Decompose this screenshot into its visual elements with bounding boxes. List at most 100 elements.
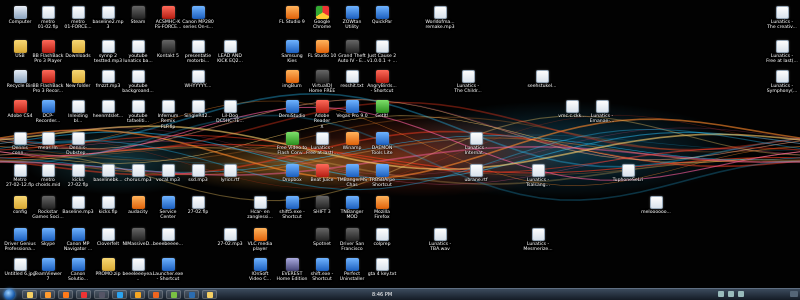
desktop-icon[interactable]: LEAD AND KICK EQ2...	[214, 40, 246, 70]
desktop-icon[interactable]: vocal.mp3	[152, 164, 184, 194]
desktop-icon[interactable]: meas.lln	[32, 132, 64, 162]
desktop-icon[interactable]: kicks.flp	[92, 196, 124, 226]
desktop-icon[interactable]: youtube tafaeliti...	[122, 100, 154, 130]
desktop-icon[interactable]: youtube backgroand...	[122, 70, 154, 100]
desktop-icon[interactable]: FL Studio 9	[276, 6, 308, 36]
desktop-icon[interactable]: Samsung Kies	[276, 40, 308, 70]
desktop-icon[interactable]: AngryBirds... - Shortcut	[366, 70, 398, 100]
desktop-icon[interactable]: Perfect Uninstaller	[336, 258, 368, 288]
desktop-icon[interactable]: DAEMON Tools Lite	[366, 132, 398, 162]
desktop-icon[interactable]: metro 01-FORCE...	[62, 6, 94, 36]
desktop-icon[interactable]: ssd.mp3	[182, 164, 214, 194]
desktop-icon[interactable]: shift5.exe - Shortcut	[276, 196, 308, 226]
desktop-icon[interactable]: Beat Juice	[306, 164, 338, 194]
taskbar-button-utorrent[interactable]	[166, 290, 181, 299]
network-icon[interactable]	[728, 291, 734, 297]
desktop-icon[interactable]: Service Center	[152, 196, 184, 226]
desktop-icon[interactable]: Winamp	[336, 132, 368, 162]
desktop-icon[interactable]: Adobe Reader X	[306, 100, 338, 130]
desktop-icon[interactable]: lyrics.rtf	[214, 164, 246, 194]
desktop-icon[interactable]: metro 01-02.flp	[32, 6, 64, 36]
desktop-icon[interactable]: Canon MP Navigator ...	[62, 228, 94, 258]
desktop-icon[interactable]: Lunatics - Symphony(...	[766, 70, 798, 100]
taskbar-button-firefox[interactable]	[148, 290, 163, 299]
taskbar-button-photoshop[interactable]	[184, 290, 199, 299]
desktop-icon[interactable]: SingleRd2...	[182, 100, 214, 130]
desktop-icon[interactable]: Mozilla Firefox	[366, 196, 398, 226]
desktop-icon[interactable]: TRBSBArpe Shortcut	[366, 164, 398, 194]
desktop-icon[interactable]: TMBangerMS Chas	[336, 164, 368, 194]
taskbar-button-skype[interactable]	[112, 290, 127, 299]
desktop-icon[interactable]: Google Chrome	[306, 6, 338, 36]
desktop-icon[interactable]: Lunatics - Free at last(...	[306, 132, 338, 162]
desktop-icon[interactable]: presentatie motorbi...	[182, 40, 214, 70]
start-button[interactable]	[4, 289, 15, 300]
desktop-icon[interactable]: Lunatics - Internat...	[460, 132, 492, 162]
desktop-icon[interactable]: youtube lunatics ba...	[122, 40, 154, 70]
desktop-icon[interactable]: Canon Solutio...	[62, 258, 94, 288]
desktop-icon[interactable]: resshit.txt	[336, 70, 368, 100]
desktop-icon[interactable]: fmzzt.mp3	[92, 70, 124, 100]
desktop-icon[interactable]: Canon MP280 series On-s...	[182, 6, 214, 36]
desktop-icon[interactable]: kicks 27-02.flp	[62, 164, 94, 194]
desktop-icon[interactable]: Free Video to Flash Conv...	[276, 132, 308, 162]
desktop[interactable]: Computer metro 01-02.flp metro 01-FORCE...…	[0, 0, 800, 288]
desktop-icon[interactable]: imgBurn	[276, 70, 308, 100]
desktop-icon[interactable]: baselinebk...	[92, 164, 124, 194]
desktop-icon[interactable]: audacity	[122, 196, 154, 226]
desktop-icon[interactable]: Lunatics - TBA.wav	[424, 228, 456, 258]
desktop-icon[interactable]: Hcar- en zanglessi...	[244, 196, 276, 226]
taskbar-button-winamp[interactable]	[130, 290, 145, 299]
desktop-icon[interactable]: TeamViewer 7	[32, 258, 64, 288]
desktop-icon[interactable]: Spotnet	[306, 228, 338, 258]
desktop-icon[interactable]: VLC media player	[244, 228, 276, 258]
desktop-icon[interactable]: BB FlashBack Pro 3 Player	[32, 40, 64, 70]
desktop-icon[interactable]: IOnSoft Video C...	[244, 258, 276, 288]
desktop-icon[interactable]: Dropbox	[276, 164, 308, 194]
desktop-icon[interactable]: VirtualDJ Home FREE	[306, 70, 338, 100]
desktop-icon[interactable]: heenmtslet...	[92, 100, 124, 130]
taskbar-button-fl-studio[interactable]	[58, 290, 73, 299]
desktop-icon[interactable]: gta 4 key.txt	[366, 258, 398, 288]
desktop-icon[interactable]: baseline2.mp3	[92, 6, 124, 36]
desktop-icon[interactable]: EVEREST Home Edition	[276, 258, 308, 288]
desktop-icon[interactable]: 27-02.flp	[182, 196, 214, 226]
desktop-icon[interactable]: BB FlashBack Pro 3 Recor...	[32, 70, 64, 100]
desktop-icon[interactable]: QuickPar	[366, 6, 398, 36]
desktop-icon[interactable]: Kontakt 5	[152, 40, 184, 70]
desktop-icon[interactable]: Vegas Pro 9.0	[336, 100, 368, 130]
desktop-icon[interactable]: PROMO.zip	[92, 258, 124, 288]
desktop-icon[interactable]: TuphoneSeLri	[612, 164, 644, 194]
desktop-icon[interactable]: DemiStudio	[276, 100, 308, 130]
desktop-icon[interactable]: Cloverfelt	[92, 228, 124, 258]
desktop-icon[interactable]: beeeleeeyea...	[122, 258, 154, 288]
desktop-icon[interactable]: chorus.mp3	[122, 164, 154, 194]
desktop-icon[interactable]: seehstukel...	[526, 70, 558, 100]
desktop-icon[interactable]: NIMassiveD...	[122, 228, 154, 258]
desktop-icon[interactable]: Just Cause 2 v1.0.0.1 + ...	[366, 40, 398, 70]
desktop-icon[interactable]: shift.exe - Shortcut	[306, 258, 338, 288]
desktop-icon[interactable]: Baseline.mp3	[62, 196, 94, 226]
desktop-icon[interactable]: Lunatics - The Childr...	[452, 70, 484, 100]
desktop-icon[interactable]: Downloads	[62, 40, 94, 70]
desktop-icon[interactable]: Lunatics - Tsalsang...	[522, 164, 554, 194]
desktop-icon[interactable]: ubrane.rtf	[460, 164, 492, 194]
desktop-icon[interactable]: metro choids.mid	[32, 164, 64, 194]
desktop-icon[interactable]: Lil-Dog DC5HC-TE...	[214, 100, 246, 130]
taskbar-button-steam[interactable]	[94, 290, 109, 299]
show-desktop-button[interactable]	[790, 291, 798, 297]
desktop-icon[interactable]: Steam	[122, 6, 154, 36]
desktop-icon[interactable]: Lunatics - Free at last(...	[766, 40, 798, 70]
desktop-icon[interactable]: New folder	[62, 70, 94, 100]
desktop-icon[interactable]: DCP- Recorder...	[32, 100, 64, 130]
taskbar-clock[interactable]: 8:46 PM	[372, 290, 392, 300]
desktop-icon[interactable]: Skype	[32, 228, 64, 258]
desktop-icon[interactable]: GetIt!	[366, 100, 398, 130]
desktop-icon[interactable]: vmc.c.ckk...	[556, 100, 588, 130]
desktop-icon[interactable]: Inleiding bl...	[62, 100, 94, 130]
taskbar-button-media-player[interactable]	[40, 290, 55, 299]
desktop-icon[interactable]: Infernum Remix FLP.flp	[152, 100, 184, 130]
taskbar-button-chrome[interactable]	[76, 290, 91, 299]
taskbar-button-explorer[interactable]	[22, 290, 37, 299]
desktop-icon[interactable]: Worldofma... remake.mp3	[424, 6, 456, 36]
